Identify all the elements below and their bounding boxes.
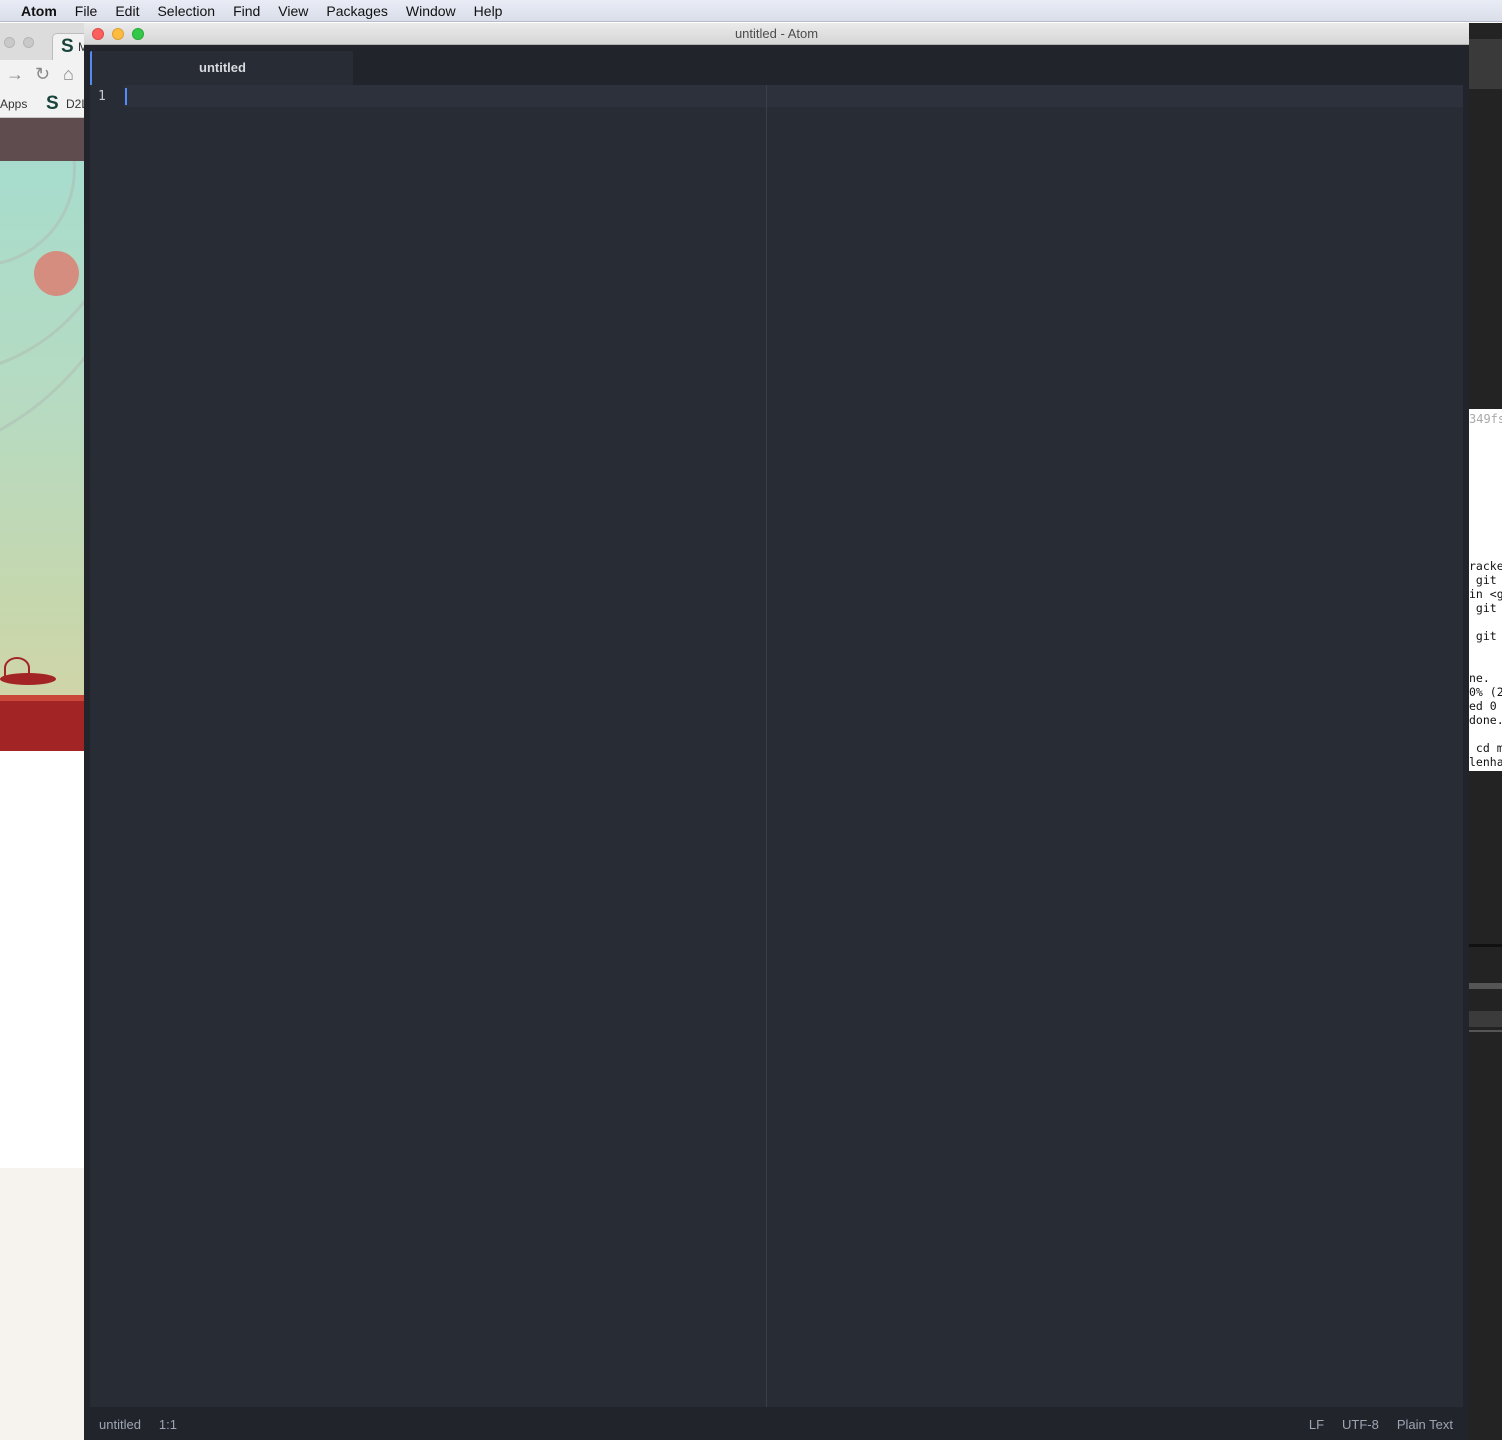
terminal-line: lenha — [1469, 755, 1502, 769]
status-cursor-position[interactable]: 1:1 — [159, 1417, 177, 1432]
webpage-footer-area — [0, 1168, 84, 1440]
browser-minimize-dot[interactable] — [23, 37, 34, 48]
browser-tab-strip: S M — [0, 23, 84, 60]
terminal-line: ed 0 — [1469, 699, 1497, 713]
macos-menu-bar: Atom File Edit Selection Find View Packa… — [0, 0, 1502, 22]
terminal-output-lines: racke git in <g git git ne. 0% (2 ed 0 done.… — [1469, 559, 1502, 769]
webpage-hero-illustration — [0, 161, 84, 751]
status-file-name[interactable]: untitled — [99, 1417, 141, 1432]
status-grammar[interactable]: Plain Text — [1397, 1417, 1453, 1432]
terminal-line: git — [1469, 601, 1497, 615]
menu-edit[interactable]: Edit — [106, 0, 148, 22]
editor-tab-bar: untitled — [90, 45, 1463, 85]
menu-window[interactable]: Window — [397, 0, 465, 22]
orbit-ring — [0, 161, 84, 467]
terminal-line: 0% (2 — [1469, 685, 1502, 699]
spaceship-icon — [0, 673, 56, 685]
tab-untitled[interactable]: untitled — [90, 51, 353, 85]
menu-find[interactable]: Find — [224, 0, 269, 22]
home-icon[interactable]: ⌂ — [63, 64, 74, 85]
line-number-gutter[interactable]: 1 — [90, 85, 124, 1407]
browser-close-dot[interactable] — [4, 37, 15, 48]
terminal-line: cd m — [1469, 741, 1502, 755]
terminal-hash-text: 349fs — [1469, 412, 1502, 426]
menu-atom[interactable]: Atom — [12, 0, 66, 22]
window-title-bar[interactable]: untitled - Atom — [84, 23, 1469, 45]
status-encoding[interactable]: UTF-8 — [1342, 1417, 1379, 1432]
background-browser-window: S M → ↻ ⌂ Apps S D2L — [0, 23, 84, 1440]
terminal-line: in <g — [1469, 587, 1502, 601]
line-number: 1 — [98, 89, 106, 104]
msu-favicon-icon: S — [61, 36, 74, 57]
terminal-line: git — [1469, 573, 1497, 587]
browser-bookmarks-bar: Apps S D2L — [0, 92, 84, 118]
mars-ground — [0, 701, 84, 751]
window-title: untitled - Atom — [734, 26, 819, 41]
wrap-guide — [766, 85, 767, 1407]
browser-tab[interactable]: S M — [52, 33, 84, 60]
bookmark-apps[interactable]: Apps — [0, 97, 27, 111]
terminal-line: git — [1469, 629, 1497, 643]
menu-help[interactable]: Help — [465, 0, 512, 22]
terminal-band — [1469, 1011, 1502, 1027]
text-editor[interactable]: 1 — [90, 85, 1463, 1407]
current-line-highlight — [124, 85, 1463, 107]
msu-logo-icon: S — [46, 93, 59, 114]
planet-circle — [34, 251, 79, 296]
reload-icon[interactable]: ↻ — [35, 64, 50, 85]
menu-file[interactable]: File — [66, 0, 107, 22]
terminal-toolbar — [1469, 39, 1502, 89]
atom-window: untitled - Atom untitled 1 untitled 1:1 … — [84, 23, 1469, 1440]
terminal-divider — [1469, 1030, 1502, 1032]
text-cursor — [125, 88, 127, 105]
terminal-line: ne. — [1469, 671, 1490, 685]
menu-selection[interactable]: Selection — [148, 0, 224, 22]
terminal-scroll-band — [1469, 983, 1502, 989]
menu-view[interactable]: View — [269, 0, 317, 22]
webpage-nav-band — [0, 118, 84, 161]
terminal-divider — [1469, 944, 1502, 947]
terminal-line: done. — [1469, 713, 1502, 727]
status-bar: untitled 1:1 LF UTF-8 Plain Text — [90, 1407, 1463, 1440]
browser-toolbar: → ↻ ⌂ — [0, 60, 84, 92]
status-line-ending[interactable]: LF — [1309, 1417, 1324, 1432]
forward-arrow-icon[interactable]: → — [6, 64, 24, 85]
bookmark-d2l[interactable]: D2L — [66, 97, 84, 111]
terminal-line: racke — [1469, 559, 1502, 573]
tab-title: untitled — [199, 60, 246, 75]
background-terminal-window: 349fs racke git in <g git git ne. 0% (2 ed … — [1469, 23, 1502, 1440]
menu-packages[interactable]: Packages — [317, 0, 396, 22]
